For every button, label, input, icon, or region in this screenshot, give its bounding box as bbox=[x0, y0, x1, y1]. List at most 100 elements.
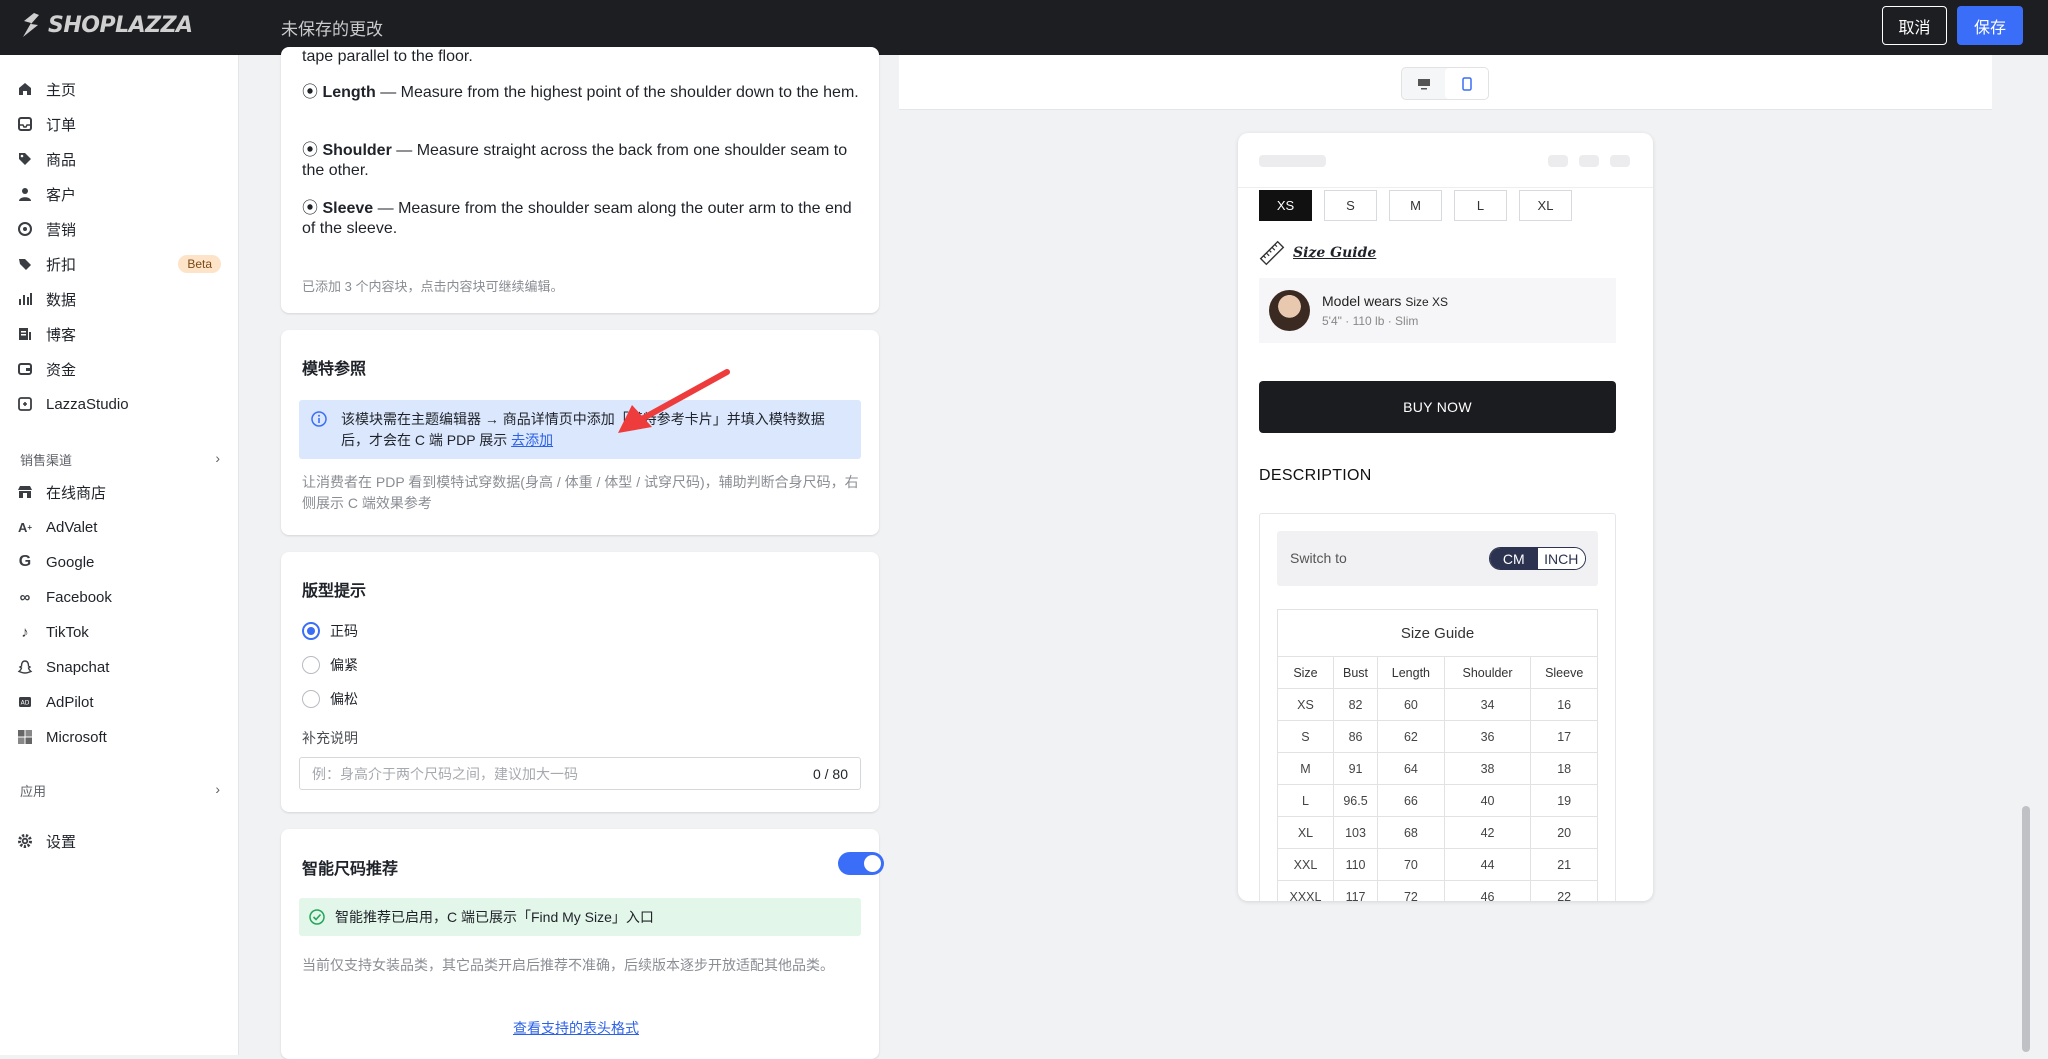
skeleton-bar bbox=[1579, 155, 1599, 167]
microsoft-icon bbox=[16, 728, 34, 746]
desktop-view-button[interactable] bbox=[1402, 68, 1445, 99]
sidebar-item-home[interactable]: 主页 bbox=[16, 74, 221, 104]
size-option[interactable]: L bbox=[1454, 190, 1507, 221]
sidebar-item-discounts[interactable]: 折扣 Beta bbox=[16, 249, 221, 279]
buy-now-button[interactable]: BUY NOW bbox=[1259, 381, 1616, 433]
shoplazza-logo[interactable]: SHOPLAZZA bbox=[20, 12, 193, 38]
size-option[interactable]: XL bbox=[1519, 190, 1572, 221]
mobile-preview: XS S M L XL Size Guide Model wears Size X… bbox=[1238, 133, 1653, 901]
sidebar-item-settings[interactable]: 设置 bbox=[16, 826, 221, 856]
red-arrow-annotation bbox=[618, 369, 730, 433]
table-cell: 42 bbox=[1443, 816, 1532, 849]
fit-option-true-to-size[interactable]: 正码 bbox=[302, 621, 358, 641]
apps-section[interactable]: 应用 › bbox=[20, 781, 220, 800]
sidebar-item-label: 营销 bbox=[46, 221, 77, 239]
table-row: XS 82 60 34 16 bbox=[1277, 688, 1598, 721]
supported-headers-link[interactable]: 查看支持的表头格式 bbox=[513, 1018, 639, 1038]
sidebar-item-label: Snapchat bbox=[46, 658, 110, 676]
table-cell: XL bbox=[1277, 816, 1334, 849]
mobile-icon bbox=[1461, 76, 1472, 91]
sidebar-item-label: 设置 bbox=[46, 833, 77, 851]
sidebar-item-products[interactable]: 商品 bbox=[16, 144, 221, 174]
success-text: 智能推荐已启用，C 端已展示「Find My Size」入口 bbox=[335, 909, 654, 925]
sidebar-item-snapchat[interactable]: Snapchat bbox=[16, 652, 221, 682]
page-scrollbar[interactable] bbox=[2022, 806, 2030, 1052]
card-title: 版型提示 bbox=[302, 583, 367, 600]
sidebar-item-customers[interactable]: 客户 bbox=[16, 179, 221, 209]
sidebar-item-microsoft[interactable]: Microsoft bbox=[16, 722, 221, 752]
brand-name: SHOPLAZZA bbox=[48, 12, 193, 38]
table-cell: XXL bbox=[1277, 848, 1334, 881]
sidebar-item-orders[interactable]: 订单 bbox=[16, 109, 221, 139]
sidebar-item-label: 客户 bbox=[46, 186, 77, 204]
fit-option-loose[interactable]: 偏松 bbox=[302, 689, 358, 709]
table-cell: 72 bbox=[1377, 880, 1445, 901]
fit-option-tight[interactable]: 偏紧 bbox=[302, 655, 358, 675]
unit-inch[interactable]: INCH bbox=[1537, 548, 1585, 569]
mobile-view-button[interactable] bbox=[1445, 68, 1488, 99]
preview-header bbox=[1238, 133, 1653, 188]
table-cell: 18 bbox=[1530, 752, 1598, 785]
note-input[interactable]: 例：身高介于两个尺码之间，建议加大一码 0 / 80 bbox=[299, 757, 861, 790]
table-cell: 17 bbox=[1530, 720, 1598, 753]
target-icon bbox=[16, 220, 34, 238]
size-option[interactable]: M bbox=[1389, 190, 1442, 221]
table-cell: M bbox=[1277, 752, 1334, 785]
model-stats: 5'4" · 110 lb · Slim bbox=[1322, 314, 1419, 328]
sidebar-item-analytics[interactable]: 数据 bbox=[16, 284, 221, 314]
adpilot-icon: AD bbox=[16, 693, 34, 711]
sidebar-item-label: 在线商店 bbox=[46, 484, 107, 502]
column-header: Size bbox=[1277, 656, 1334, 689]
sidebar-item-blog[interactable]: 博客 bbox=[16, 319, 221, 349]
sidebar-item-label: 商品 bbox=[46, 151, 77, 169]
sidebar-item-marketing[interactable]: 营销 bbox=[16, 214, 221, 244]
model-info-card: Model wears Size XS 5'4" · 110 lb · Slim bbox=[1259, 278, 1616, 343]
content-blocks-hint: 已添加 3 个内容块，点击内容块可继续编辑。 bbox=[302, 279, 564, 294]
sidebar-item-adpilot[interactable]: AD AdPilot bbox=[16, 687, 221, 717]
unit-cm[interactable]: CM bbox=[1490, 548, 1538, 569]
svg-text:AD: AD bbox=[21, 700, 30, 707]
discount-icon bbox=[16, 255, 34, 273]
info-icon bbox=[311, 411, 327, 427]
table-cell: 21 bbox=[1530, 848, 1598, 881]
sidebar-item-label: AdValet bbox=[46, 518, 98, 536]
sidebar-item-google[interactable]: G Google bbox=[16, 547, 221, 577]
bar-chart-icon bbox=[16, 290, 34, 308]
size-option[interactable]: XS bbox=[1259, 190, 1312, 221]
model-avatar bbox=[1269, 290, 1310, 331]
sidebar-item-online-store[interactable]: 在线商店 bbox=[16, 477, 221, 507]
radio-icon bbox=[302, 690, 320, 708]
blog-icon bbox=[16, 325, 34, 343]
card-title: 智能尺码推荐 bbox=[302, 861, 399, 878]
table-cell: 16 bbox=[1530, 688, 1598, 721]
table-cell: 22 bbox=[1530, 880, 1598, 901]
table-row: XL 103 68 42 20 bbox=[1277, 816, 1598, 849]
unit-toggle[interactable]: CM INCH bbox=[1489, 547, 1586, 570]
sidebar-item-facebook[interactable]: ∞ Facebook bbox=[16, 582, 221, 612]
check-circle-icon bbox=[309, 909, 325, 925]
cancel-button[interactable]: 取消 bbox=[1882, 6, 1947, 45]
note-placeholder: 例：身高介于两个尺码之间，建议加大一码 bbox=[312, 765, 578, 782]
sidebar-item-label: 数据 bbox=[46, 291, 77, 309]
sidebar-item-label: AdPilot bbox=[46, 693, 94, 711]
note-label: 补充说明 bbox=[302, 730, 358, 746]
sidebar-item-lazzastudio[interactable]: LazzaStudio bbox=[16, 389, 221, 419]
sidebar-item-advalet[interactable]: A + AdValet bbox=[16, 512, 221, 542]
radio-icon bbox=[302, 656, 320, 674]
sidebar-item-tiktok[interactable]: ♪ TikTok bbox=[16, 617, 221, 647]
size-guide-link[interactable]: Size Guide bbox=[1259, 240, 1376, 266]
sidebar-item-finance[interactable]: 资金 bbox=[16, 354, 221, 384]
column-header: Sleeve bbox=[1530, 656, 1598, 689]
go-add-link[interactable]: 去添加 bbox=[511, 432, 553, 448]
table-cell: L bbox=[1277, 784, 1334, 817]
sidebar-item-label: Facebook bbox=[46, 588, 112, 606]
sales-channels-section[interactable]: 销售渠道 › bbox=[20, 450, 220, 469]
save-button[interactable]: 保存 bbox=[1957, 6, 2023, 45]
size-option[interactable]: S bbox=[1324, 190, 1377, 221]
measurement-guide-card[interactable]: tape parallel to the floor. ⦿ Length — M… bbox=[281, 47, 879, 313]
table-cell: XS bbox=[1277, 688, 1334, 721]
ruler-icon bbox=[1259, 240, 1285, 266]
sidebar-item-label: 订单 bbox=[46, 116, 77, 134]
table-cell: 82 bbox=[1332, 688, 1379, 721]
smart-size-toggle[interactable] bbox=[838, 852, 884, 875]
